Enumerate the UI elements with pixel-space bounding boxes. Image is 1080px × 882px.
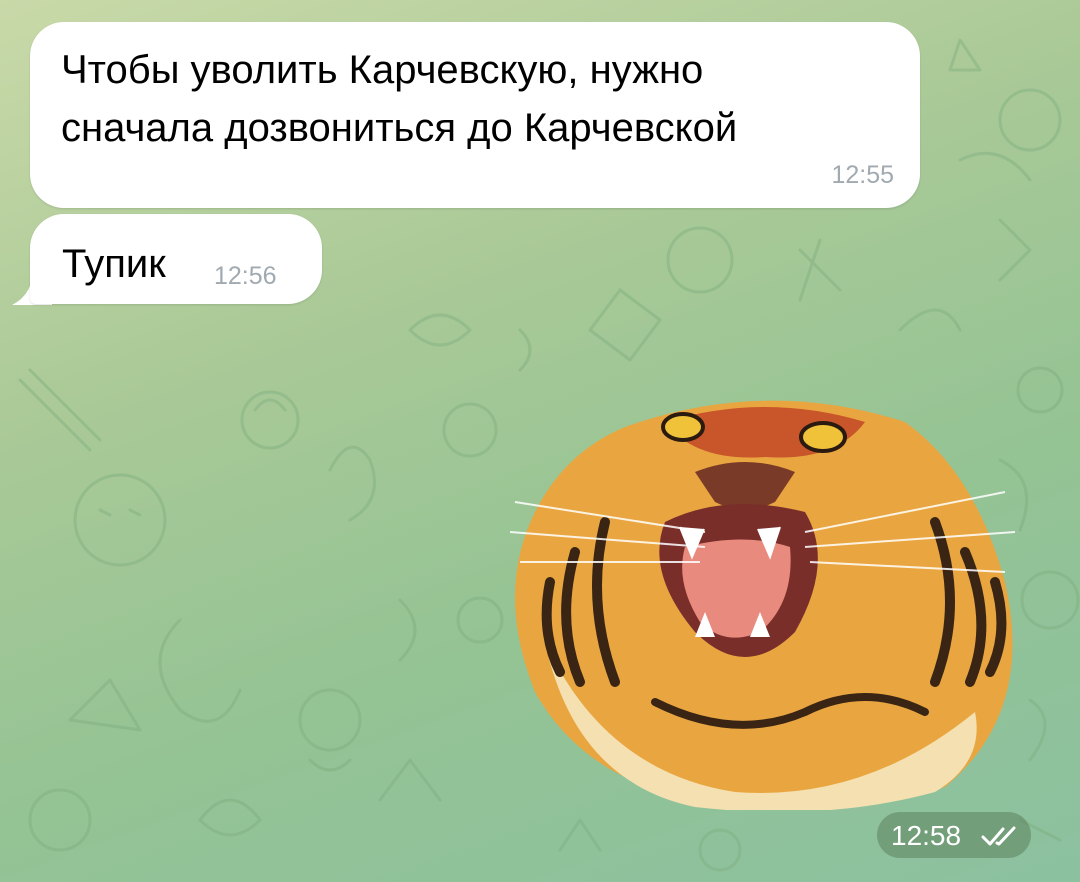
message-text: Чтобы уволить Карчевскую, нужно сначала … [61, 41, 737, 157]
message-timestamp: 12:55 [831, 161, 894, 189]
message-timestamp: 12:56 [214, 262, 277, 290]
sticker-timestamp: 12:58 [891, 820, 962, 851]
double-check-icon [981, 826, 1016, 846]
message-text-line-2: сначала дозвониться до Карчевской [61, 106, 738, 150]
message-text-line-1: Чтобы уволить Карчевскую, нужно [61, 48, 704, 92]
incoming-message-1[interactable]: Чтобы уволить Карчевскую, нужно сначала … [30, 22, 920, 208]
sticker-time-badge: 12:58 [877, 812, 1031, 858]
incoming-message-2[interactable]: Тупик 12:56 [30, 214, 322, 304]
tiger-sticker[interactable] [505, 382, 1030, 810]
message-text: Тупик [62, 242, 166, 286]
